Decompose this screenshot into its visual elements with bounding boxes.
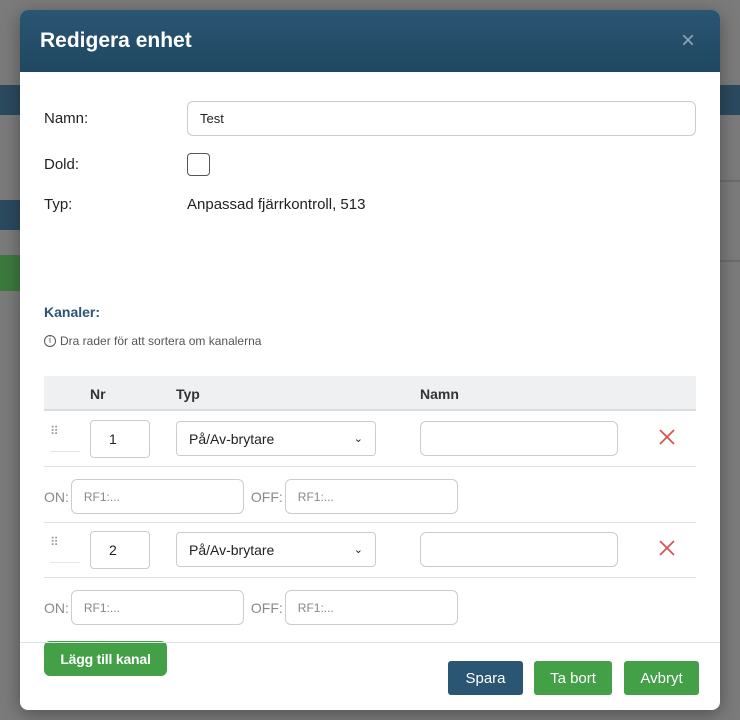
on-code-input[interactable] [70, 590, 244, 625]
hidden-checkbox[interactable] [187, 153, 210, 176]
name-input[interactable] [187, 101, 696, 136]
background-line [720, 180, 740, 182]
name-row: Namn: [44, 101, 696, 136]
background-bar [720, 85, 740, 115]
info-icon: i [44, 335, 56, 347]
row-divider [44, 522, 696, 523]
dialog-body: Namn: Dold: Typ: Anpassad fjärrkontroll,… [20, 72, 720, 676]
on-code-input[interactable] [70, 479, 244, 514]
drag-handle-icon[interactable]: ⠿ [50, 425, 80, 452]
chevron-down-icon: ⌄ [353, 432, 363, 445]
background-bar [0, 200, 20, 230]
dialog-header: Redigera enhet × [20, 10, 720, 72]
channel-name-input[interactable] [420, 421, 618, 456]
channel-type-value: På/Av-brytare [189, 430, 275, 447]
off-label: OFF: [250, 599, 283, 616]
edit-device-dialog: Redigera enhet × Namn: Dold: Typ: Anpass… [20, 10, 720, 710]
drag-handle-icon[interactable]: ⠿ [50, 536, 80, 563]
channel-nr-input[interactable] [90, 531, 150, 569]
cancel-button[interactable]: Avbryt [624, 661, 699, 695]
column-type: Typ [176, 386, 200, 402]
channel-type-select[interactable]: På/Av-brytare ⌄ [176, 532, 376, 567]
hidden-row: Dold: [44, 153, 210, 176]
delete-x-icon[interactable] [658, 428, 676, 446]
save-button[interactable]: Spara [448, 661, 523, 695]
background-bar [0, 85, 20, 115]
type-row: Typ: Anpassad fjärrkontroll, 513 [44, 196, 365, 213]
channel-name-input[interactable] [420, 532, 618, 567]
on-label: ON: [44, 599, 69, 616]
row-divider [44, 577, 696, 578]
channel-row: ⠿ På/Av-brytare ⌄ [44, 531, 696, 571]
background-line [720, 260, 740, 262]
delete-button[interactable]: Ta bort [534, 661, 612, 695]
column-name: Namn [420, 386, 459, 402]
dialog-title: Redigera enhet [40, 29, 192, 52]
off-code-input[interactable] [284, 479, 458, 514]
type-label: Typ: [44, 196, 73, 213]
column-nr: Nr [90, 386, 106, 402]
channels-hint: i Dra rader för att sortera om kanalerna [44, 334, 261, 348]
hint-text: Dra rader för att sortera om kanalerna [60, 334, 262, 348]
channel-codes-row: ON: OFF: [44, 479, 458, 514]
background-button [0, 255, 20, 291]
channel-nr-input[interactable] [90, 420, 150, 458]
on-label: ON: [44, 488, 69, 505]
hidden-label: Dold: [44, 156, 80, 173]
type-value: Anpassad fjärrkontroll, 513 [187, 196, 366, 213]
off-code-input[interactable] [284, 590, 458, 625]
close-icon[interactable]: × [676, 29, 700, 53]
channels-table-header: Nr Typ Namn [44, 376, 696, 411]
channel-type-select[interactable]: På/Av-brytare ⌄ [176, 421, 376, 456]
delete-x-icon[interactable] [658, 539, 676, 557]
channels-title: Kanaler: [44, 304, 101, 320]
dialog-footer: Spara Ta bort Avbryt [20, 642, 720, 710]
channel-codes-row: ON: OFF: [44, 590, 458, 625]
row-divider [44, 466, 696, 467]
chevron-down-icon: ⌄ [353, 543, 363, 556]
off-label: OFF: [250, 488, 283, 505]
channel-type-value: På/Av-brytare [189, 541, 275, 558]
name-label: Namn: [44, 110, 89, 127]
channel-row: ⠿ På/Av-brytare ⌄ [44, 420, 696, 460]
